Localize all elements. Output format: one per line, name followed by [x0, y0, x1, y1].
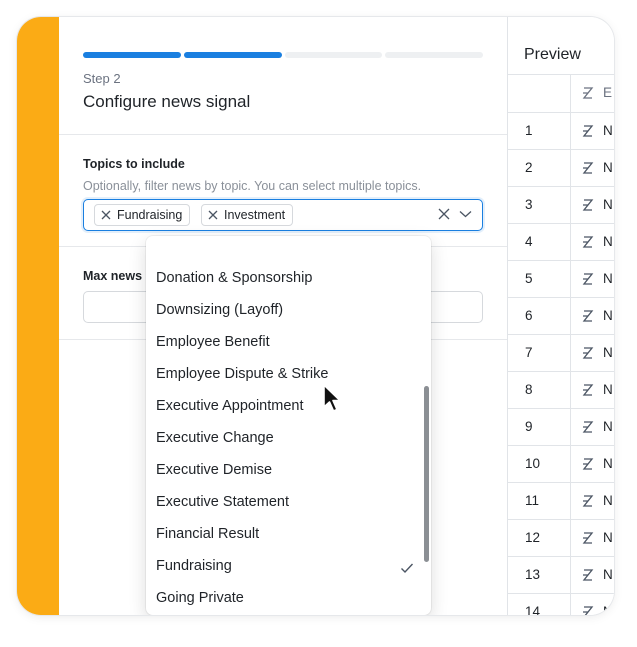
topics-hint: Optionally, filter news by topic. You ca… — [83, 179, 422, 193]
row-number: 8 — [525, 382, 533, 397]
news-icon — [582, 347, 594, 359]
preview-row[interactable]: 13 N — [508, 556, 614, 594]
row-cell-text: N — [603, 456, 613, 471]
row-number: 1 — [525, 123, 533, 138]
max-news-label: Max news — [83, 269, 143, 283]
news-icon — [582, 273, 594, 285]
preview-column-header: E — [603, 85, 613, 100]
preview-row[interactable]: 5N — [508, 260, 614, 298]
app-window: Step 2 Configure news signal Topics to i… — [17, 17, 614, 615]
row-cell-text: N — [603, 160, 613, 175]
topics-multiselect[interactable]: Fundraising Investment — [83, 199, 483, 231]
preview-row[interactable]: 9N — [508, 408, 614, 446]
dropdown-option[interactable]: Executive Statement — [156, 494, 289, 510]
preview-title: Preview — [524, 46, 581, 63]
news-icon — [582, 236, 594, 248]
topics-label: Topics to include — [83, 157, 185, 171]
preview-row[interactable]: 11 N — [508, 482, 614, 520]
clear-all-icon[interactable] — [438, 208, 450, 220]
row-number: 10 — [525, 456, 541, 471]
dropdown-scrollbar[interactable] — [424, 386, 429, 562]
news-icon — [582, 384, 594, 396]
step-label: Step 2 — [83, 71, 121, 86]
news-icon — [582, 310, 594, 322]
progress-segment — [183, 52, 282, 58]
accent-sidebar — [17, 17, 59, 615]
preview-row[interactable]: 2N — [508, 149, 614, 187]
dropdown-option[interactable]: Executive Change — [156, 430, 274, 446]
dropdown-option[interactable]: Downsizing (Layoff) — [156, 302, 283, 318]
progress-segment — [83, 52, 181, 58]
dropdown-option[interactable]: Fundraising — [156, 558, 232, 574]
mouse-cursor-icon — [323, 384, 341, 412]
row-number: 14 — [525, 604, 541, 615]
row-number: 4 — [525, 234, 533, 249]
row-number: 3 — [525, 197, 533, 212]
preview-panel: Preview E 1 N 2 N 3 N 4 N 5 N 6 N 7 N 8 N 9 N 10 N 11 N 12 N 13 N… — [507, 17, 614, 615]
dropdown-option[interactable]: Going Private — [156, 590, 244, 606]
row-cell-text: N — [603, 604, 613, 615]
news-icon — [583, 606, 594, 615]
row-number: 12 — [525, 530, 541, 545]
progress-segment — [284, 52, 383, 58]
divider — [59, 134, 507, 135]
wizard-progress — [83, 52, 483, 58]
row-cell-text: N — [603, 530, 613, 545]
row-cell-text: N — [603, 345, 613, 360]
dropdown-option[interactable]: Employee Benefit — [156, 334, 270, 350]
topic-chip-label: Fundraising — [117, 208, 183, 222]
news-icon — [582, 569, 594, 581]
preview-row[interactable]: 14 N — [508, 593, 614, 615]
news-icon — [582, 87, 594, 99]
dropdown-option[interactable]: Donation & Sponsorship — [156, 270, 312, 286]
row-number: 13 — [525, 567, 541, 582]
preview-row[interactable]: 1N — [508, 112, 614, 150]
preview-row[interactable]: 4N — [508, 223, 614, 261]
news-icon — [582, 199, 594, 211]
preview-row[interactable]: 3N — [508, 186, 614, 224]
row-number: 9 — [525, 419, 533, 434]
dropdown-option[interactable]: Financial Result — [156, 526, 259, 542]
row-number: 5 — [525, 271, 533, 286]
preview-row[interactable]: 7N — [508, 334, 614, 372]
topics-dropdown-menu: Donation & Sponsorship Downsizing (Layoff… — [146, 236, 431, 615]
news-icon — [582, 458, 594, 470]
dropdown-option[interactable]: Executive Appointment — [156, 398, 304, 414]
preview-row[interactable]: 8N — [508, 371, 614, 409]
row-number: 11 — [525, 493, 540, 508]
topic-chip-label: Investment — [224, 208, 286, 222]
dropdown-option[interactable]: Executive Demise — [156, 462, 272, 478]
preview-header-row: E — [508, 75, 614, 112]
news-icon — [582, 162, 594, 174]
row-number: 6 — [525, 308, 533, 323]
topic-chip-investment: Investment — [201, 204, 294, 226]
row-cell-text: N — [603, 567, 613, 582]
news-icon — [582, 495, 594, 507]
row-cell-text: N — [603, 493, 613, 508]
row-number: 7 — [525, 345, 533, 360]
row-cell-text: N — [603, 197, 613, 212]
preview-row[interactable]: 6N — [508, 297, 614, 335]
check-icon — [401, 563, 414, 574]
row-cell-text: N — [603, 419, 613, 434]
chevron-down-icon[interactable] — [459, 210, 472, 218]
step-title: Configure news signal — [83, 92, 251, 111]
news-icon — [582, 532, 594, 544]
news-icon — [582, 125, 594, 137]
news-icon — [582, 421, 594, 433]
row-cell-text: N — [603, 234, 613, 249]
dropdown-option[interactable]: Employee Dispute & Strike — [156, 366, 328, 382]
row-cell-text: N — [603, 271, 613, 286]
close-icon[interactable] — [208, 210, 218, 220]
close-icon[interactable] — [101, 210, 111, 220]
preview-row[interactable]: 10 N — [508, 445, 614, 483]
topic-chip-fundraising: Fundraising — [94, 204, 191, 226]
preview-row[interactable]: 12 N — [508, 519, 614, 557]
row-number: 2 — [525, 160, 533, 175]
progress-segment — [385, 52, 483, 58]
row-cell-text: N — [603, 308, 613, 323]
row-cell-text: N — [603, 123, 613, 138]
row-cell-text: N — [603, 382, 613, 397]
